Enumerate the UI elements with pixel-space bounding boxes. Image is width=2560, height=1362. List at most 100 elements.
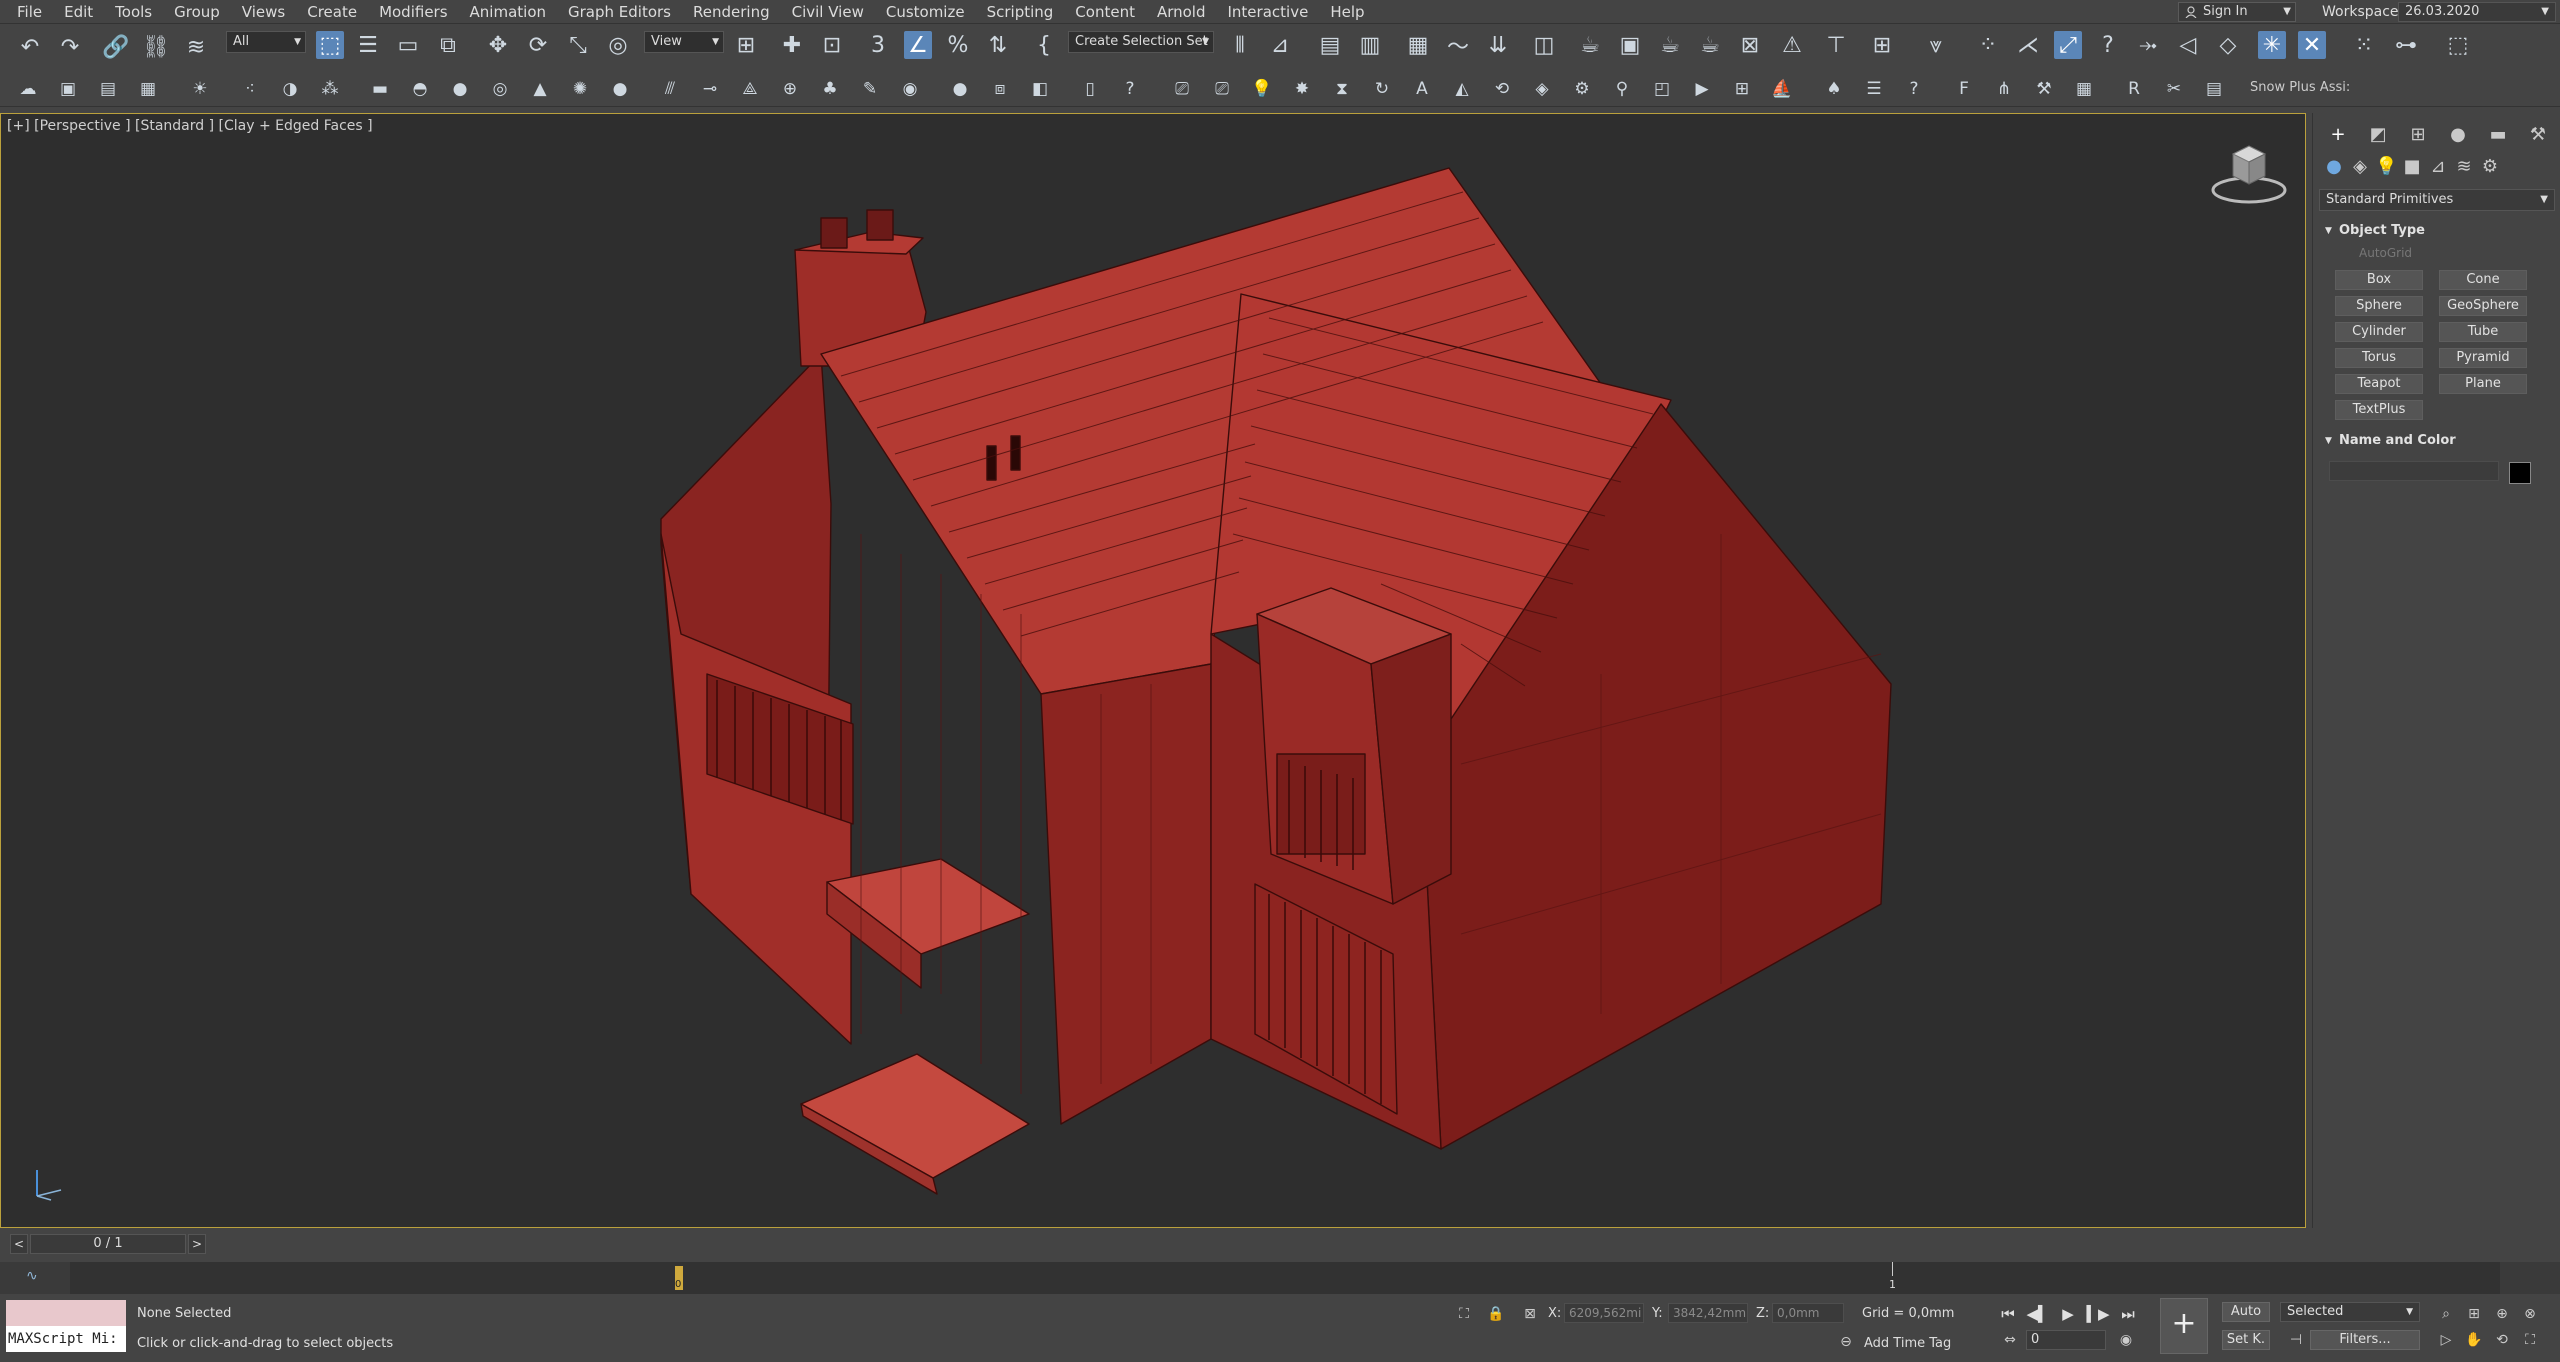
time-configuration-icon[interactable]: ⇔: [2000, 1330, 2020, 1350]
box-button[interactable]: Box: [2335, 270, 2423, 290]
hair-icon[interactable]: ⫻: [658, 77, 682, 101]
key-filters-button[interactable]: Filters...: [2310, 1330, 2420, 1350]
environment-icon[interactable]: ◈: [1530, 77, 1554, 101]
menu-scripting[interactable]: Scripting: [976, 0, 1065, 24]
percent-snap-icon[interactable]: %: [944, 31, 972, 59]
x-coordinate-field[interactable]: 6209,562mi: [1564, 1303, 1644, 1323]
menu-create[interactable]: Create: [296, 0, 368, 24]
move-icon[interactable]: ✥: [484, 31, 512, 59]
render-activeshade-icon[interactable]: ☕: [1696, 31, 1724, 59]
workspace-select[interactable]: 26.03.2020 ▼: [2398, 2, 2556, 22]
utilities-tab-icon[interactable]: ⚒: [2527, 124, 2549, 146]
grass-icon[interactable]: ⋔: [1992, 77, 2016, 101]
menu-civil-view[interactable]: Civil View: [781, 0, 875, 24]
bind-space-warp-icon[interactable]: ≋: [182, 33, 210, 61]
menu-tools[interactable]: Tools: [104, 0, 163, 24]
go-to-start-icon[interactable]: ⏮: [1996, 1304, 2020, 1324]
menu-graph-editors[interactable]: Graph Editors: [557, 0, 682, 24]
select-by-name-icon[interactable]: ☰: [354, 31, 382, 59]
edit-named-selection-icon[interactable]: {: [1030, 31, 1058, 59]
add-time-tag[interactable]: Add Time Tag: [1864, 1336, 1951, 1351]
zoom-extents-icon[interactable]: ⊕: [2492, 1304, 2512, 1324]
pipe-icon[interactable]: ⊸: [698, 77, 722, 101]
viewport-label[interactable]: [+] [Perspective ] [Standard ] [Clay + E…: [7, 118, 373, 134]
cone-button[interactable]: Cone: [2439, 270, 2527, 290]
lights-category-icon[interactable]: 💡: [2375, 156, 2397, 178]
time-config-icon[interactable]: ◉: [2116, 1330, 2136, 1350]
schematic-view-icon[interactable]: ⇊: [1484, 31, 1512, 59]
gold-sphere-icon[interactable]: ●: [608, 77, 632, 101]
sphere-button[interactable]: Sphere: [2335, 296, 2423, 316]
chevron-double-down-icon[interactable]: ⩔: [1922, 31, 1950, 59]
mini-curve-editor-icon[interactable]: ∿: [26, 1268, 38, 1284]
container-icon[interactable]: ▣: [56, 77, 80, 101]
tree-icon[interactable]: ♣: [818, 77, 842, 101]
modify-tab-icon[interactable]: ◩: [2367, 124, 2389, 146]
tools-icon[interactable]: ⚙: [1570, 77, 1594, 101]
snap-pivot-icon[interactable]: ◇: [2214, 31, 2242, 59]
scale-icon[interactable]: ⤡: [564, 31, 592, 59]
scatter-icon[interactable]: ⁖: [238, 77, 262, 101]
target-box-icon[interactable]: ⊞: [1730, 77, 1754, 101]
menu-file[interactable]: File: [6, 0, 53, 24]
rotate-icon[interactable]: ⟳: [524, 31, 552, 59]
menu-arnold[interactable]: Arnold: [1146, 0, 1217, 24]
dome-object-icon[interactable]: ◓: [408, 77, 432, 101]
light-lister-icon[interactable]: ☀: [188, 77, 212, 101]
key-filter-dropdown[interactable]: Selected ▼: [2280, 1302, 2420, 1322]
time-slider-thumb[interactable]: 0 / 1: [30, 1234, 186, 1254]
omni-light-icon[interactable]: 💡: [1250, 77, 1274, 101]
rendered-frame-window-icon[interactable]: ▣: [1616, 31, 1644, 59]
particles-icon[interactable]: ⁂: [318, 77, 342, 101]
material-sphere-icon[interactable]: ●: [948, 77, 972, 101]
material-editor-icon[interactable]: ◫: [1530, 31, 1558, 59]
xref-icon[interactable]: ▤: [96, 77, 120, 101]
fp-icon[interactable]: F: [1952, 77, 1976, 101]
hierarchy-tab-icon[interactable]: ⊞: [2407, 124, 2429, 146]
zoom-extents-all-icon[interactable]: ⊗: [2520, 1304, 2540, 1324]
uv-icon[interactable]: ⧈: [988, 77, 1012, 101]
toggle-ribbon-icon[interactable]: ▦: [1404, 31, 1432, 59]
motion-tab-icon[interactable]: ●: [2447, 124, 2469, 146]
absolute-mode-icon[interactable]: ⊠: [1520, 1304, 1540, 1324]
mesh-icon[interactable]: ⟁: [738, 77, 762, 101]
snaps-toggle-icon[interactable]: 3: [864, 31, 892, 59]
render-production-icon[interactable]: ☕: [1656, 31, 1684, 59]
zoom-all-icon[interactable]: ⊞: [2464, 1304, 2484, 1324]
time-tag-icon[interactable]: ⊖: [1836, 1332, 1856, 1352]
selection-lock-icon[interactable]: 🔒: [1486, 1304, 1506, 1324]
scene-explorer-icon[interactable]: ▤: [1316, 31, 1344, 59]
snap-options-icon[interactable]: ✕: [2298, 31, 2326, 59]
geosphere-button[interactable]: GeoSphere: [2439, 296, 2527, 316]
go-to-end-icon[interactable]: ⏭: [2116, 1304, 2140, 1324]
select-manipulate-icon[interactable]: ✚: [778, 31, 806, 59]
list-panel-icon[interactable]: ☰: [1862, 77, 1886, 101]
bulb-icon[interactable]: ⚲: [1610, 77, 1634, 101]
select-object-icon[interactable]: ⬚: [316, 31, 344, 59]
spinner-snap-icon[interactable]: ⇅: [984, 31, 1012, 59]
tube-button[interactable]: Tube: [2439, 322, 2527, 342]
snap-midpoint-icon[interactable]: ?: [2094, 31, 2122, 59]
place-icon[interactable]: ◎: [604, 31, 632, 59]
object-color-swatch[interactable]: [2509, 462, 2531, 484]
box-icon[interactable]: ◰: [1650, 77, 1674, 101]
railclone-icon[interactable]: R: [2122, 77, 2146, 101]
reference-coordinate-dropdown[interactable]: View ▼: [644, 31, 724, 53]
snap-face-icon[interactable]: ◁: [2174, 31, 2202, 59]
viewcube-icon[interactable]: [2207, 138, 2291, 208]
question-icon[interactable]: ?: [1902, 77, 1926, 101]
helpers-category-icon[interactable]: ⊿: [2427, 156, 2449, 178]
cameras-category-icon[interactable]: ■: [2401, 156, 2423, 178]
object-category-dropdown[interactable]: Standard Primitives ▼: [2319, 189, 2555, 211]
menu-group[interactable]: Group: [163, 0, 231, 24]
menu-rendering[interactable]: Rendering: [682, 0, 781, 24]
render-icon[interactable]: ◧: [1028, 77, 1052, 101]
orbit-icon[interactable]: ⟲: [2492, 1330, 2512, 1350]
table-icon[interactable]: ▦: [2072, 77, 2096, 101]
text-icon[interactable]: A: [1410, 77, 1434, 101]
cone-object-icon[interactable]: ▲: [528, 77, 552, 101]
sphere-object-icon[interactable]: ●: [448, 77, 472, 101]
stamp-icon[interactable]: ◉: [898, 77, 922, 101]
torus-object-icon[interactable]: ◎: [488, 77, 512, 101]
object-properties-icon[interactable]: ▯: [1078, 77, 1102, 101]
